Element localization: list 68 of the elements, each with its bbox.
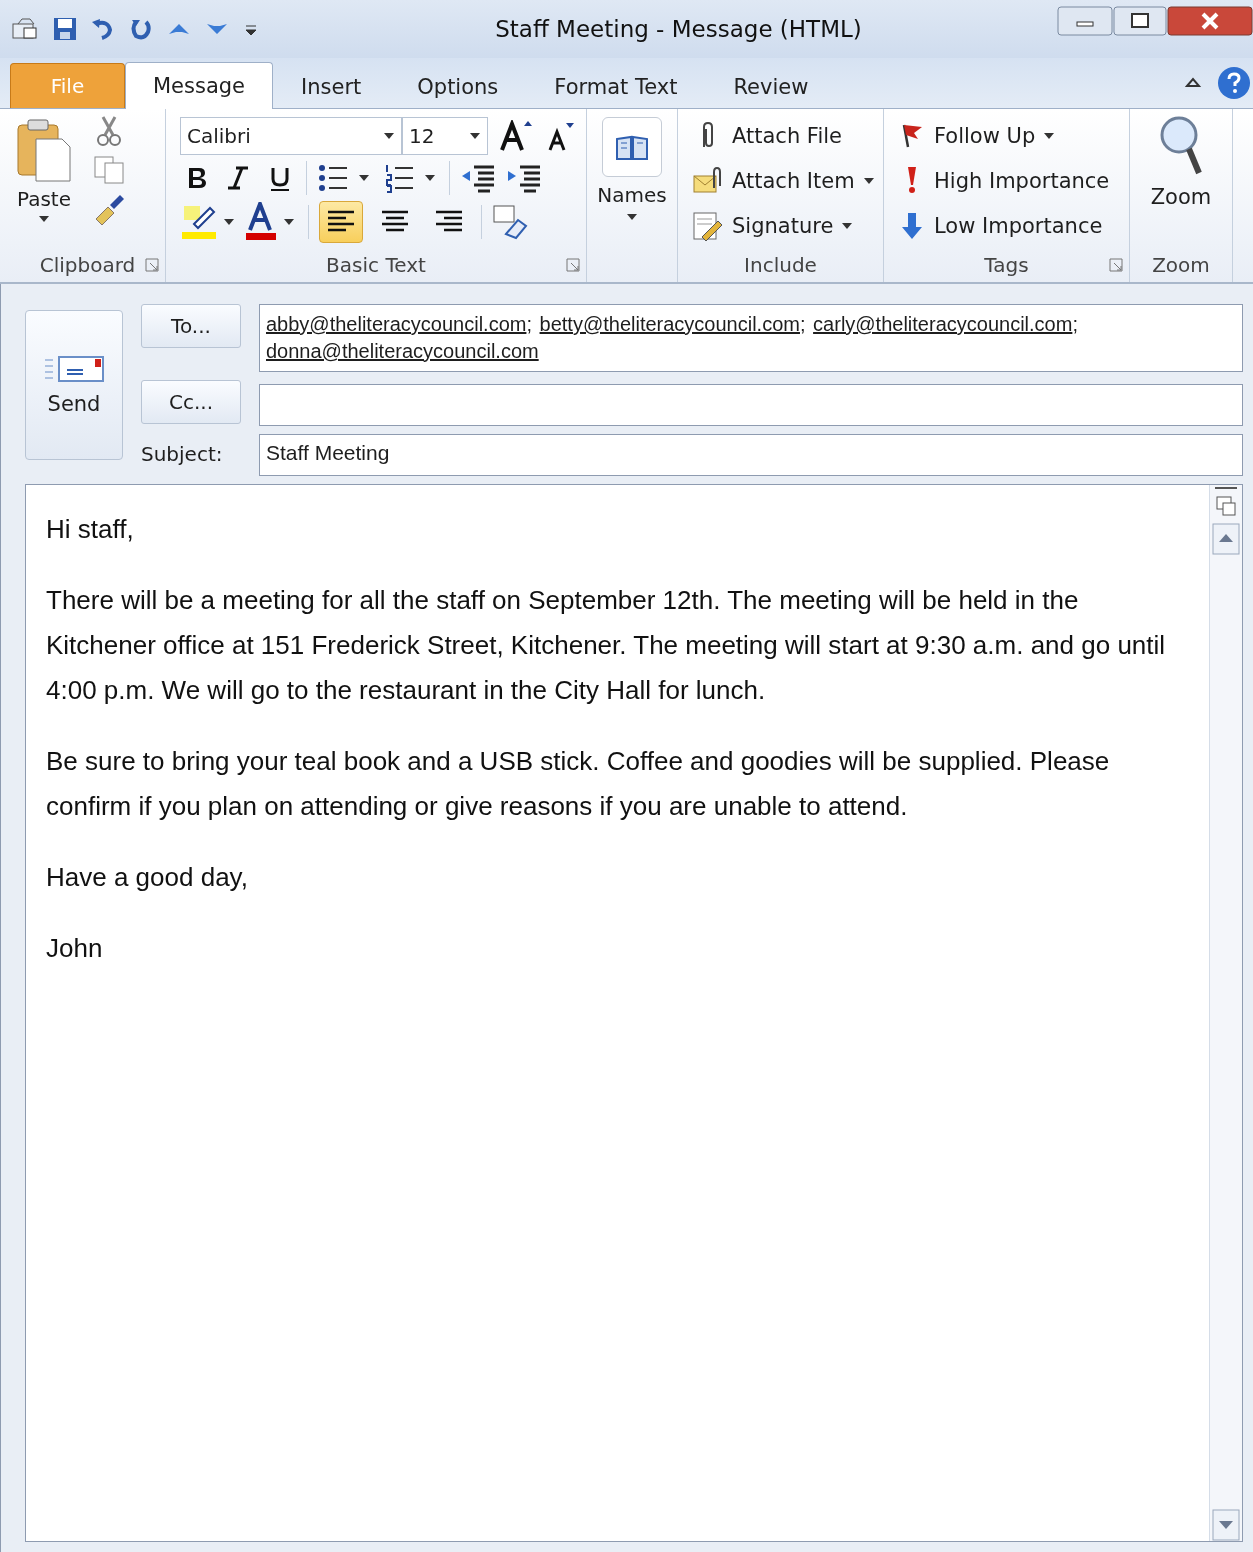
scissors-icon[interactable] bbox=[95, 115, 123, 147]
ribbon-tab[interactable]: Format Text bbox=[526, 64, 706, 109]
ribbon-tab[interactable]: Message bbox=[125, 62, 274, 109]
caret-icon bbox=[841, 221, 854, 230]
subject-field[interactable]: Staff Meeting bbox=[259, 434, 1243, 476]
group-label: Basic Text bbox=[326, 253, 426, 277]
subject-label: Subject: bbox=[141, 441, 224, 466]
zoom-button[interactable]: Zoom bbox=[1150, 115, 1212, 248]
body-paragraph: Have a good day, bbox=[46, 861, 249, 894]
maximize-icon[interactable] bbox=[1113, 6, 1167, 36]
font-dropdown[interactable]: Calibri bbox=[180, 117, 402, 155]
group-label: Include bbox=[744, 253, 817, 277]
recipient-link[interactable]: betty@theliteracycouncil.com bbox=[539, 313, 800, 335]
caret-icon bbox=[383, 132, 395, 140]
window-title: Staff Meeting - Message (HTML) bbox=[494, 16, 863, 42]
cc-field[interactable] bbox=[259, 384, 1243, 426]
group-label: Zoom bbox=[1152, 253, 1210, 277]
grow-font-icon[interactable] bbox=[498, 120, 534, 152]
recipient-link[interactable]: donna@theliteracycouncil.com bbox=[266, 340, 539, 362]
caret-icon bbox=[38, 215, 50, 223]
font-size-dropdown[interactable]: 12 bbox=[402, 117, 488, 155]
dialog-launcher-icon[interactable] bbox=[566, 258, 580, 272]
clipboard-icon bbox=[16, 117, 72, 183]
separator: ; bbox=[799, 313, 806, 335]
caret-icon bbox=[1043, 131, 1056, 140]
separator: ; bbox=[1072, 313, 1078, 335]
dialog-launcher-icon[interactable] bbox=[145, 258, 159, 272]
names-button[interactable]: Names bbox=[597, 117, 667, 248]
separator: ; bbox=[526, 313, 532, 335]
cc-button[interactable]: Cc... bbox=[141, 380, 241, 424]
align-left-button[interactable] bbox=[319, 201, 363, 243]
clear-formatting-icon[interactable] bbox=[492, 204, 528, 240]
to-field[interactable]: abby@theliteracycouncil.com; betty@theliteracycouncil.com; carly@theliteracycouncil.com; donna@theliteracycouncil.com bbox=[259, 304, 1243, 372]
save-icon[interactable] bbox=[52, 16, 78, 42]
group-label: Tags bbox=[984, 253, 1029, 277]
ribbon-tab[interactable]: Review bbox=[705, 64, 837, 109]
envelope-icon bbox=[43, 354, 105, 384]
recipient-link[interactable]: carly@theliteracycouncil.com bbox=[813, 313, 1073, 335]
include-button[interactable]: Signature bbox=[692, 205, 875, 246]
to-button[interactable]: To... bbox=[141, 304, 241, 348]
body-paragraph: Hi staff, bbox=[46, 513, 135, 546]
body-paragraph: There will be a meeting for all the staff on September 12th. The meeting will be held in the Kitchener office at 151 Frederick Street, Kitchener. The meeting will start at 9:30 a.m. and go until 4:00 p.m. We will go to the restaurant in the City Hall for lunch. bbox=[46, 584, 1167, 707]
send-button[interactable]: Send bbox=[25, 310, 123, 460]
body-paragraph: Be sure to bring your teal book and a USB stick. Coffee and goodies will be supplied. Please confirm if you plan on attending or give reasons if you are unable to attend. bbox=[46, 745, 1111, 823]
tag-button[interactable]: High Importance bbox=[898, 160, 1121, 201]
caret-icon bbox=[469, 132, 481, 140]
caret-icon bbox=[626, 213, 638, 221]
address-book-icon bbox=[615, 133, 649, 161]
body-paragraph: John bbox=[46, 932, 104, 965]
recipient-link[interactable]: abby@theliteracycouncil.com bbox=[266, 313, 527, 335]
dialog-launcher-icon[interactable] bbox=[1109, 258, 1123, 272]
caret-icon bbox=[862, 176, 875, 185]
close-icon[interactable] bbox=[1167, 6, 1253, 36]
scroll-down-icon[interactable] bbox=[1212, 1509, 1240, 1541]
scroll-up-icon[interactable] bbox=[1212, 523, 1240, 555]
signature-icon bbox=[692, 210, 724, 241]
ribbon-tab[interactable]: Options bbox=[389, 64, 527, 109]
include-button[interactable]: Attach File bbox=[692, 115, 875, 156]
exclamation-icon bbox=[907, 166, 917, 195]
group-label: Clipboard bbox=[39, 253, 136, 277]
paste-button[interactable]: Paste bbox=[14, 115, 74, 248]
magnifier-icon bbox=[1159, 115, 1203, 177]
help-icon[interactable] bbox=[1217, 66, 1251, 100]
tag-button[interactable]: Low Importance bbox=[898, 205, 1121, 246]
ribbon-tab[interactable]: Insert bbox=[273, 64, 390, 109]
tag-button[interactable]: Follow Up bbox=[898, 115, 1121, 156]
include-button[interactable]: Attach Item bbox=[692, 160, 875, 201]
envelope-clip-icon bbox=[692, 165, 724, 196]
